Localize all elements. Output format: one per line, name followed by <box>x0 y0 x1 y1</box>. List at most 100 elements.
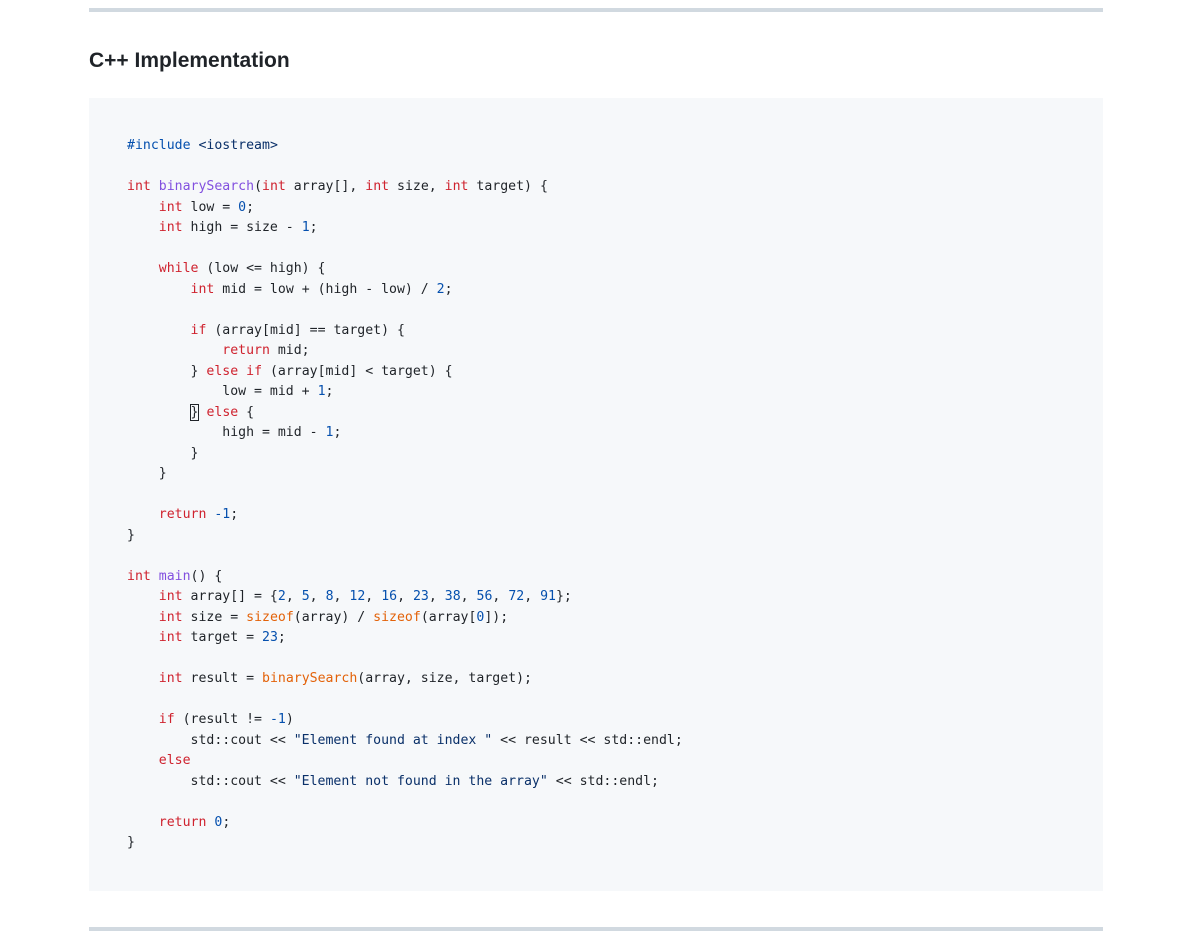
code-line: ​ <box>127 546 1103 567</box>
code-token: (array[mid] == target) { <box>206 322 405 338</box>
code-line: } <box>127 833 1103 854</box>
code-token: sizeof <box>373 609 421 625</box>
code-token: , <box>460 589 477 604</box>
code-token: 23 <box>412 589 429 604</box>
code-token: ; <box>309 220 318 235</box>
code-line: std::cout << "Element not found in the a… <box>127 772 1103 793</box>
code-line: #include <iostream> <box>127 136 1103 157</box>
code-content[interactable]: #include <iostream>​int binarySearch(int… <box>127 136 1103 854</box>
code-token: 5 <box>301 589 310 604</box>
code-line: if (array[mid] == target) { <box>127 321 1103 342</box>
code-token: , <box>492 589 509 604</box>
code-token: if <box>158 712 175 727</box>
top-divider <box>89 8 1103 12</box>
code-token: array[] = { <box>182 589 278 604</box>
code-line: if (result != -1) <box>127 710 1103 731</box>
code-token: "Element found at index " <box>293 732 493 748</box>
code-token: 1 <box>317 384 326 399</box>
code-token: 8 <box>325 589 334 604</box>
code-token: size, <box>389 179 445 194</box>
code-token: int <box>158 589 183 604</box>
code-line: int low = 0; <box>127 198 1103 219</box>
code-token: mid; <box>269 343 310 358</box>
code-line: ​ <box>127 239 1103 260</box>
code-token: , <box>285 589 302 604</box>
code-token: array[], <box>285 179 366 194</box>
code-token: 2 <box>436 281 445 297</box>
code-line: } <box>127 444 1103 465</box>
code-token: binarySearch <box>158 179 255 194</box>
code-token: 1 <box>301 220 310 235</box>
code-token: (low <= high) { <box>198 261 326 276</box>
code-token: low = mid + <box>127 384 318 399</box>
code-token: sizeof <box>246 609 294 625</box>
code-token: if <box>190 322 207 338</box>
code-token: << result << std::endl; <box>492 732 683 748</box>
code-token: ]); <box>484 609 509 625</box>
code-line: int target = 23; <box>127 628 1103 649</box>
code-token: (array, size, target); <box>357 671 532 686</box>
code-line: int result = binarySearch(array, size, t… <box>127 669 1103 690</box>
code-token: result = <box>182 671 262 686</box>
code-token: int <box>190 281 215 297</box>
code-token: else <box>158 753 191 768</box>
code-token: int <box>158 220 183 235</box>
code-line: low = mid + 1; <box>127 382 1103 403</box>
code-line: return 0; <box>127 813 1103 834</box>
code-token: }; <box>555 589 572 604</box>
code-token: { <box>238 404 255 420</box>
code-token: ) <box>285 712 294 727</box>
code-token: main <box>158 568 191 584</box>
code-token: , <box>365 589 382 604</box>
code-token: 38 <box>444 589 461 604</box>
code-token: (array[mid] < target) { <box>262 363 453 379</box>
code-token: mid = low + (high - low) / <box>214 281 437 297</box>
code-token: -1 <box>269 712 286 727</box>
code-token: ( <box>254 179 263 194</box>
code-token: 72 <box>508 589 525 604</box>
code-token: << std::endl; <box>547 773 659 789</box>
code-token: ; <box>325 384 334 399</box>
code-token: if <box>246 363 263 379</box>
code-token: ; <box>277 630 286 645</box>
code-token: int <box>365 179 390 194</box>
code-token: "Element not found in the array" <box>293 773 548 789</box>
code-token: high = mid - <box>127 425 326 440</box>
code-line: } <box>127 464 1103 485</box>
code-token: binarySearch <box>262 671 358 686</box>
code-block[interactable]: #include <iostream>​int binarySearch(int… <box>89 98 1103 891</box>
code-token: else <box>206 404 239 420</box>
code-token: 23 <box>262 630 278 645</box>
code-line: return mid; <box>127 341 1103 362</box>
code-line: ​ <box>127 485 1103 506</box>
code-token: } <box>127 363 207 379</box>
code-line: high = mid - 1; <box>127 423 1103 444</box>
code-token: int <box>127 568 151 584</box>
code-token: (array[ <box>420 609 477 625</box>
code-token: -1 <box>214 507 231 522</box>
code-token: , <box>333 589 350 604</box>
code-line: else <box>127 751 1103 772</box>
code-line: int mid = low + (high - low) / 2; <box>127 280 1103 301</box>
code-token: 56 <box>476 589 493 604</box>
code-token: } <box>127 445 199 461</box>
code-token: std::cout << <box>127 732 294 748</box>
code-token: int <box>127 179 151 194</box>
code-token: 91 <box>540 589 556 604</box>
code-line: return -1; <box>127 505 1103 526</box>
code-token: int <box>158 199 183 215</box>
code-line: ​ <box>127 690 1103 711</box>
code-token: } <box>127 835 135 850</box>
code-token: } <box>127 466 167 481</box>
code-token: int <box>444 179 469 194</box>
code-token: #include <box>127 138 191 153</box>
